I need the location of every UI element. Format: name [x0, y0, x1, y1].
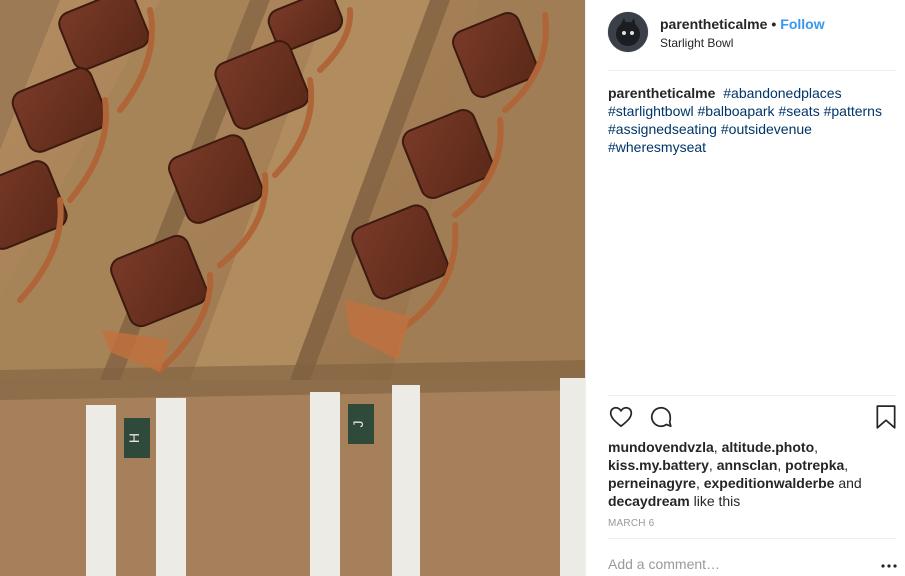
avatar-image — [608, 12, 648, 52]
follow-button[interactable]: Follow — [780, 16, 824, 32]
post-side-panel: parentheticalme • Follow Starlight Bowl pa… — [585, 0, 905, 576]
likes-and-text: and — [838, 475, 862, 491]
stadium-seats-image: H J — [0, 0, 585, 576]
header-line: parentheticalme • Follow — [660, 15, 825, 33]
hashtag-wheresmyseat[interactable]: #wheresmyseat — [608, 139, 706, 155]
comment-bubble-icon[interactable] — [648, 404, 674, 435]
hashtag-seats[interactable]: #seats — [778, 103, 819, 119]
liker-username[interactable]: annsclan — [717, 457, 778, 473]
header-divider — [608, 70, 896, 71]
hashtag-starlightbowl[interactable]: #starlightbowl — [608, 103, 694, 119]
hashtag-patterns[interactable]: #patterns — [824, 103, 882, 119]
comment-box — [608, 552, 898, 576]
heart-icon[interactable] — [608, 404, 634, 435]
comment-input[interactable] — [608, 552, 848, 576]
hashtag-assignedseating[interactable]: #assignedseating — [608, 121, 717, 137]
comment-divider — [608, 538, 896, 539]
liker-username[interactable]: decaydream — [608, 493, 690, 509]
post-date[interactable]: MARCH 6 — [608, 518, 654, 529]
row-marker-j: J — [350, 421, 366, 428]
hashtag-balboapark[interactable]: #balboapark — [698, 103, 775, 119]
more-options-icon[interactable] — [880, 556, 898, 574]
liker-username[interactable]: potrepka — [785, 457, 844, 473]
liker-username[interactable]: kiss.my.battery — [608, 457, 709, 473]
header-separator: • — [771, 16, 777, 32]
post-caption: parentheticalme #abandonedplaces #starli… — [608, 84, 898, 156]
header-username[interactable]: parentheticalme — [660, 16, 767, 32]
row-marker-h: H — [126, 433, 142, 443]
post-header: parentheticalme • Follow Starlight Bowl — [660, 15, 825, 51]
hashtag-outsidevenue[interactable]: #outsidevenue — [721, 121, 812, 137]
liker-username[interactable]: mundovendvzla — [608, 439, 714, 455]
bookmark-icon[interactable] — [874, 404, 898, 435]
hashtag-abandonedplaces[interactable]: #abandonedplaces — [723, 85, 841, 101]
caption-username[interactable]: parentheticalme — [608, 85, 715, 101]
likes-summary: mundovendvzla, altitude.photo, kiss.my.b… — [608, 439, 862, 509]
liker-username[interactable]: expeditionwalderbe — [704, 475, 835, 491]
avatar[interactable] — [608, 12, 648, 52]
post-photo[interactable]: H J — [0, 0, 585, 576]
liker-username[interactable]: altitude.photo — [722, 439, 815, 455]
actions-divider — [608, 395, 896, 396]
post-actions — [608, 404, 898, 432]
likes-suffix: like this — [693, 493, 741, 509]
location-link[interactable]: Starlight Bowl — [660, 36, 825, 51]
liker-username[interactable]: perneinagyre — [608, 475, 696, 491]
